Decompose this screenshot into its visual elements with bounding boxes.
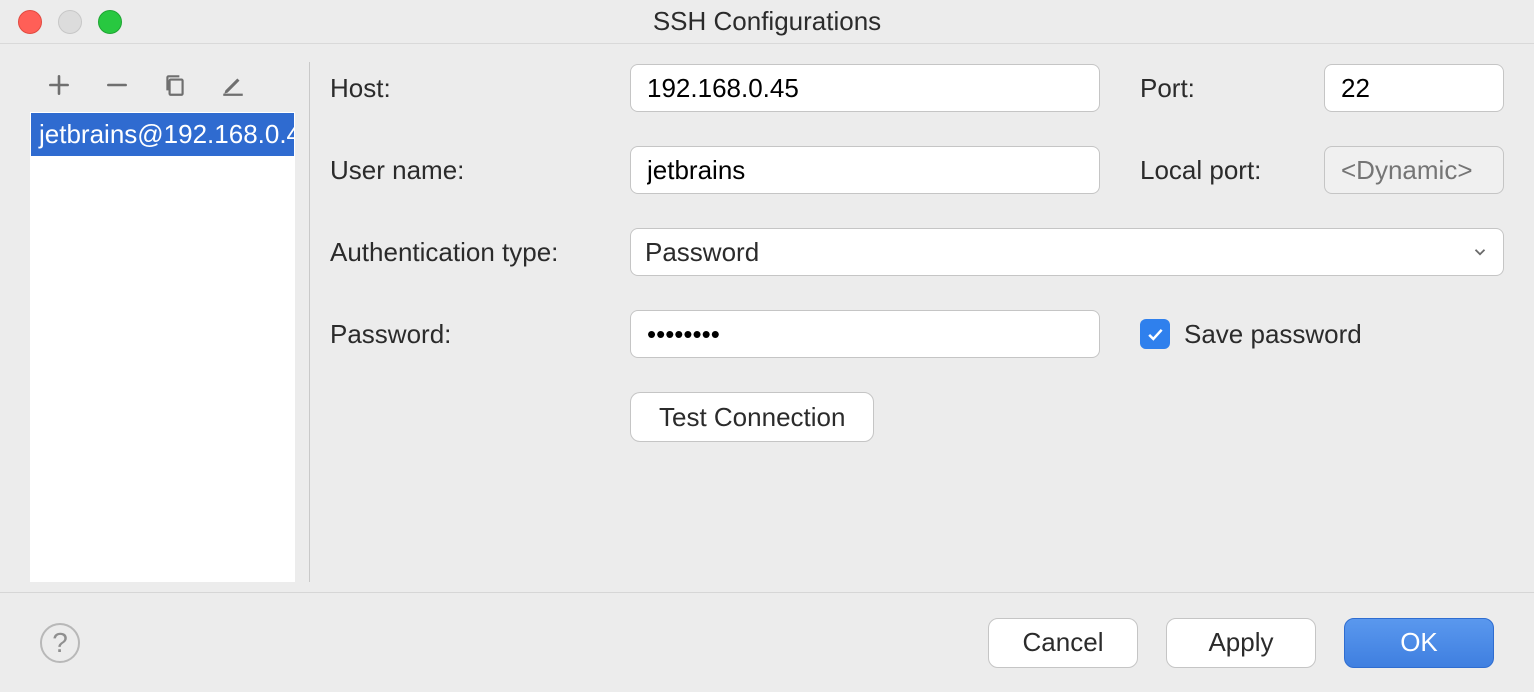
- label-user: User name:: [330, 155, 610, 186]
- titlebar: SSH Configurations: [0, 0, 1534, 44]
- host-input-text[interactable]: [645, 65, 1085, 111]
- window-title: SSH Configurations: [0, 0, 1534, 43]
- dialog-body: jetbrains@192.168.0.45 Host: Port: User …: [0, 44, 1534, 592]
- remove-icon[interactable]: [102, 70, 132, 100]
- add-icon[interactable]: [44, 70, 74, 100]
- save-password-checkbox[interactable]: Save password: [1140, 319, 1362, 350]
- save-password-label: Save password: [1184, 319, 1362, 350]
- local-port-input-text: [1339, 147, 1489, 193]
- host-input[interactable]: [630, 64, 1100, 112]
- config-list[interactable]: jetbrains@192.168.0.45: [30, 112, 295, 582]
- form: Host: Port: User name: Local port: Authe…: [330, 62, 1504, 582]
- checkbox-icon: [1140, 319, 1170, 349]
- row-user: User name: Local port:: [330, 146, 1504, 194]
- username-input[interactable]: [630, 146, 1100, 194]
- label-authtype: Authentication type:: [330, 237, 610, 268]
- authtype-value: Password: [645, 237, 759, 268]
- list-item[interactable]: jetbrains@192.168.0.45: [31, 113, 294, 156]
- sidebar: jetbrains@192.168.0.45: [30, 62, 310, 582]
- chevron-down-icon: [1471, 237, 1489, 268]
- help-icon[interactable]: ?: [40, 623, 80, 663]
- sidebar-toolbar: [30, 62, 295, 112]
- password-input[interactable]: [630, 310, 1100, 358]
- ok-button[interactable]: OK: [1344, 618, 1494, 668]
- label-password: Password:: [330, 319, 610, 350]
- label-host: Host:: [330, 73, 610, 104]
- port-input[interactable]: [1324, 64, 1504, 112]
- copy-icon[interactable]: [160, 70, 190, 100]
- row-host: Host: Port:: [330, 64, 1504, 112]
- port-input-text[interactable]: [1339, 65, 1489, 111]
- dialog-footer: ? Cancel Apply OK: [0, 592, 1534, 692]
- label-local-port: Local port:: [1140, 155, 1290, 186]
- row-password: Password: Save password: [330, 310, 1504, 358]
- authtype-select[interactable]: Password: [630, 228, 1504, 276]
- local-port-input: [1324, 146, 1504, 194]
- row-test: Test Connection: [330, 392, 1504, 442]
- password-input-text[interactable]: [645, 311, 1085, 357]
- edit-icon[interactable]: [218, 70, 248, 100]
- row-authtype: Authentication type: Password: [330, 228, 1504, 276]
- cancel-button[interactable]: Cancel: [988, 618, 1138, 668]
- test-connection-button[interactable]: Test Connection: [630, 392, 874, 442]
- username-input-text[interactable]: [645, 147, 1085, 193]
- label-port: Port:: [1140, 73, 1200, 104]
- apply-button[interactable]: Apply: [1166, 618, 1316, 668]
